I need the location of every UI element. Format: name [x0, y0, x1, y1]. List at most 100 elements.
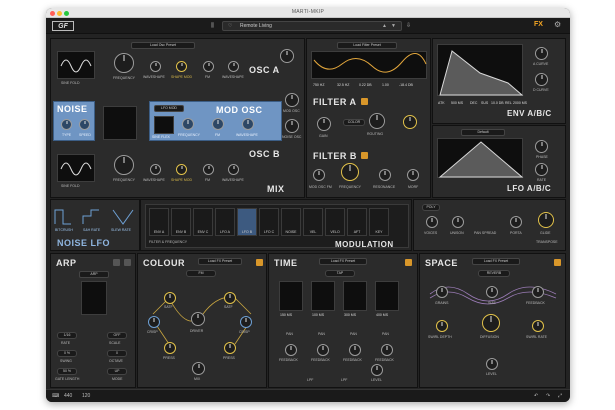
space-diffusion-knob[interactable]	[482, 314, 500, 332]
heart-icon[interactable]: ♡	[228, 22, 232, 31]
noise-osc-level-knob[interactable]	[285, 119, 299, 133]
library-icon[interactable]: ⫼	[211, 22, 214, 30]
resize-icon[interactable]: ⤢	[558, 390, 562, 402]
lfo-display[interactable]	[437, 138, 524, 178]
noise-speed-knob[interactable]	[79, 119, 90, 130]
arp-copy-button[interactable]	[113, 259, 120, 266]
arp-mode-select[interactable]: ARP	[79, 271, 109, 278]
filter-gain-knob[interactable]	[317, 117, 331, 131]
space-enable-button[interactable]	[554, 259, 561, 266]
porta-knob[interactable]	[510, 216, 522, 228]
osc-b-frequency-knob[interactable]	[114, 155, 134, 175]
mod-osc-level-knob[interactable]	[285, 93, 299, 107]
lfo-preset-select[interactable]: Default	[461, 129, 505, 136]
filter-routing-knob[interactable]	[369, 113, 385, 129]
mod-cell-velo[interactable]: VELO	[325, 208, 345, 236]
osc-preset-select[interactable]: Load Osc Preset	[131, 42, 195, 49]
space-level-knob[interactable]	[486, 358, 498, 370]
space-grains-knob[interactable]	[436, 286, 448, 298]
space-swirl-rate-knob[interactable]	[532, 320, 544, 332]
redo-icon[interactable]: ↷	[546, 390, 550, 402]
mod-osc-fm-knob[interactable]	[212, 118, 224, 130]
mod-cell-lfo-b[interactable]: LFO B	[237, 208, 257, 236]
filter-mod-knob[interactable]	[403, 115, 417, 129]
arp-scale-value[interactable]: OFF	[107, 332, 127, 339]
lfo-rate-knob[interactable]	[535, 163, 548, 176]
filter-mod-osc-fm-knob[interactable]	[313, 169, 325, 181]
space-mode-pill[interactable]: REVERB	[478, 270, 510, 277]
mod-osc-waveshape-knob[interactable]	[242, 118, 254, 130]
noise-type-knob[interactable]	[61, 119, 72, 130]
arp-mode-value[interactable]: UP	[107, 368, 127, 375]
arp-rate-value[interactable]: 1/16	[57, 332, 77, 339]
filter-resonance-knob[interactable]	[379, 169, 391, 181]
mod-cell-env-a[interactable]: ENV A	[149, 208, 169, 236]
arp-gate-value[interactable]: 50 %	[57, 368, 77, 375]
osc-a-shape-mod-knob[interactable]	[176, 61, 187, 72]
filter-response-display[interactable]	[311, 51, 427, 79]
colour-preset-select[interactable]: Load FX Preset	[198, 258, 242, 265]
poly-mode[interactable]: POLY	[422, 204, 440, 211]
osc-a-waveshape2-knob[interactable]	[228, 61, 239, 72]
colour-crisp-a-knob[interactable]	[148, 316, 160, 328]
osc-b-waveshape-knob[interactable]	[150, 164, 161, 175]
lfo-phase-knob[interactable]	[535, 140, 548, 153]
mod-cell-noise[interactable]: NOISE	[281, 208, 301, 236]
osc-a-fm-knob[interactable]	[203, 61, 214, 72]
colour-press-a-knob[interactable]	[164, 342, 176, 354]
arp-swing-value[interactable]: 0 %	[57, 350, 77, 357]
colour-mode-pill[interactable]: FM	[186, 270, 216, 277]
colour-satf-b-knob[interactable]	[224, 292, 236, 304]
gear-icon[interactable]: ⚙	[554, 21, 561, 29]
mod-osc-frequency-knob[interactable]	[182, 118, 194, 130]
filter-frequency-knob[interactable]	[341, 163, 359, 181]
glide-knob[interactable]	[538, 212, 554, 228]
undo-icon[interactable]: ↶	[534, 390, 538, 402]
time-tap-1[interactable]	[279, 281, 303, 311]
mod-osc-preset[interactable]: LFO MOD	[154, 105, 184, 112]
osc-a-level-knob[interactable]	[280, 49, 294, 63]
time-tap-4[interactable]	[375, 281, 399, 311]
arp-pad[interactable]	[81, 281, 107, 315]
env-d-curve-knob[interactable]	[535, 73, 548, 86]
osc-b-waveshape2-knob[interactable]	[228, 164, 239, 175]
osc-b-shape-mod-knob[interactable]	[176, 164, 187, 175]
next-preset-icon[interactable]: ▼	[391, 22, 396, 31]
osc-a-waveshape-knob[interactable]	[150, 61, 161, 72]
colour-driver-knob[interactable]	[191, 312, 205, 326]
envelope-display[interactable]	[437, 44, 524, 96]
time-tap-pill[interactable]: TAP	[325, 270, 355, 277]
time-feedback-4-knob[interactable]	[381, 344, 393, 356]
space-size-knob[interactable]	[486, 286, 498, 298]
filter-morf-knob[interactable]	[407, 169, 419, 181]
filter-color-pill[interactable]: COLOR	[343, 119, 365, 126]
mod-cell-aft[interactable]: AFT	[347, 208, 367, 236]
colour-press-b-knob[interactable]	[224, 342, 236, 354]
xy-pad[interactable]	[103, 106, 137, 140]
colour-mix-knob[interactable]	[192, 362, 205, 375]
arp-power-button[interactable]	[124, 259, 131, 266]
space-feedback-knob[interactable]	[532, 286, 544, 298]
time-tap-2[interactable]	[311, 281, 335, 311]
mod-cell-lfo-c[interactable]: LFO C	[259, 208, 279, 236]
osc-b-fm-knob[interactable]	[203, 164, 214, 175]
time-preset-select[interactable]: Load FX Preset	[319, 258, 367, 265]
keyboard-icon[interactable]: ⌨	[52, 390, 59, 402]
time-level-knob[interactable]	[371, 364, 383, 376]
fx-button[interactable]: FX	[534, 21, 543, 28]
colour-crisp-b-knob[interactable]	[240, 316, 252, 328]
prev-preset-icon[interactable]: ▲	[382, 22, 387, 31]
time-enable-button[interactable]	[405, 259, 412, 266]
mod-cell-lfo-a[interactable]: LFO A	[215, 208, 235, 236]
time-feedback-3-knob[interactable]	[349, 344, 361, 356]
save-icon[interactable]: ⇩	[406, 22, 411, 30]
mod-cell-vel[interactable]: VEL	[303, 208, 323, 236]
mod-cell-env-c[interactable]: ENV C	[193, 208, 213, 236]
filter-preset-select[interactable]: Load Filter Preset	[337, 42, 397, 49]
space-swirl-depth-knob[interactable]	[436, 320, 448, 332]
mod-cell-key[interactable]: KEY	[369, 208, 389, 236]
env-a-curve-knob[interactable]	[535, 47, 548, 60]
voices-knob[interactable]	[426, 216, 438, 228]
time-feedback-2-knob[interactable]	[317, 344, 329, 356]
colour-enable-button[interactable]	[256, 259, 263, 266]
